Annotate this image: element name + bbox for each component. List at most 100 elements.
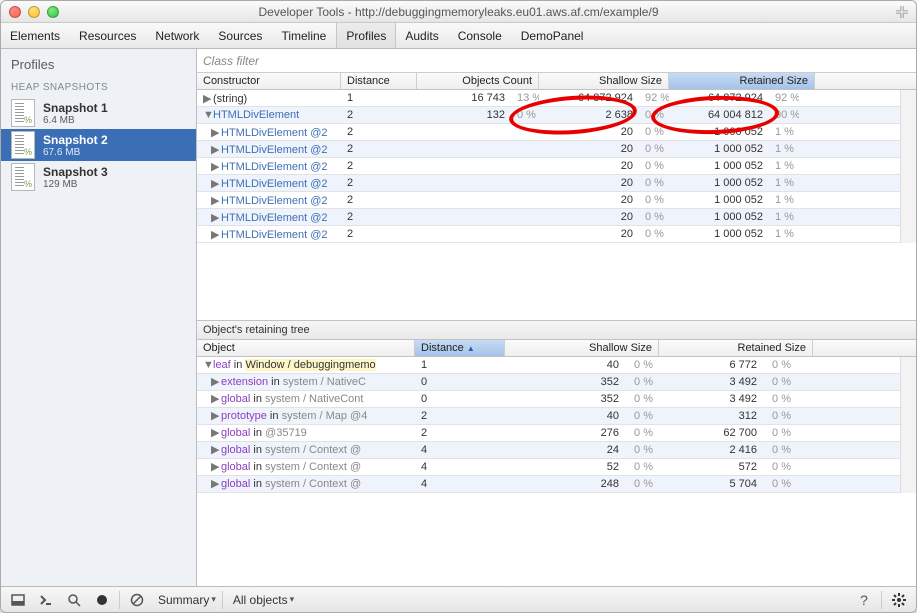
disclosure-triangle-icon[interactable]: ▶ — [211, 409, 221, 422]
col-retained-size[interactable]: Retained Size — [669, 73, 815, 89]
cell-retained-pct: 1 % — [769, 227, 799, 241]
retaining-tree-title: Object's retaining tree — [197, 320, 916, 340]
view-select[interactable]: Summary — [154, 591, 216, 609]
col-distance[interactable]: Distance ▲ — [415, 340, 505, 356]
cell-distance: 2 — [415, 426, 505, 440]
snapshot-item[interactable]: Snapshot 3129 MB — [1, 161, 196, 193]
retainer-row[interactable]: ▶global in system / Context @42480 %5 70… — [197, 476, 900, 493]
record-icon[interactable] — [91, 590, 113, 610]
cell-retained-pct: 1 % — [769, 210, 799, 224]
cell-retained-pct: 1 % — [769, 159, 799, 173]
retainer-row[interactable]: ▼leaf in Window / debuggingmemo1400 %6 7… — [197, 357, 900, 374]
col-object[interactable]: Object — [197, 340, 415, 356]
cell-object: ▼leaf in Window / debuggingmemo — [197, 358, 415, 372]
cell-objects-pct — [511, 148, 539, 150]
expand-icon[interactable] — [896, 6, 908, 18]
scrollbar[interactable] — [900, 357, 916, 493]
panel-tab-demopanel[interactable]: DemoPanel — [512, 23, 594, 48]
constructor-row[interactable]: ▶HTMLDivElement @22200 %1 000 0521 % — [197, 209, 900, 226]
col-distance[interactable]: Distance — [341, 73, 417, 89]
panel-tab-audits[interactable]: Audits — [396, 23, 448, 48]
disclosure-triangle-icon[interactable]: ▶ — [211, 143, 221, 156]
filter-select[interactable]: All objects — [229, 591, 294, 609]
cell-retained: 6 772 — [659, 358, 763, 372]
col-shallow-size[interactable]: Shallow Size — [539, 73, 669, 89]
constructor-row[interactable]: ▶(string)116 74313 %64 872 92492 %64 872… — [197, 90, 900, 107]
console-icon[interactable] — [35, 590, 57, 610]
disclosure-triangle-icon[interactable]: ▼ — [203, 109, 213, 121]
constructor-row[interactable]: ▶HTMLDivElement @22200 %1 000 0521 % — [197, 124, 900, 141]
retainer-row[interactable]: ▶global in system / NativeCont03520 %3 4… — [197, 391, 900, 408]
constructor-row[interactable]: ▶HTMLDivElement @22200 %1 000 0521 % — [197, 192, 900, 209]
constructors-grid-body[interactable]: ▶(string)116 74313 %64 872 92492 %64 872… — [197, 90, 900, 243]
minimize-window-button[interactable] — [28, 6, 40, 18]
disclosure-triangle-icon[interactable]: ▶ — [211, 392, 221, 405]
disclosure-triangle-icon[interactable]: ▼ — [203, 359, 213, 371]
cell-shallow: 352 — [505, 392, 625, 406]
col-shallow-size[interactable]: Shallow Size — [505, 340, 659, 356]
col-retained-size[interactable]: Retained Size — [659, 340, 813, 356]
disclosure-triangle-icon[interactable]: ▶ — [211, 426, 221, 439]
disclosure-triangle-icon[interactable]: ▶ — [211, 460, 221, 473]
panel-tab-console[interactable]: Console — [449, 23, 512, 48]
cell-shallow: 40 — [505, 409, 625, 423]
disclosure-triangle-icon[interactable]: ▶ — [211, 177, 221, 190]
retainer-row[interactable]: ▶prototype in system / Map @42400 %3120 … — [197, 408, 900, 425]
cell-retained-pct: 1 % — [769, 193, 799, 207]
retaining-grid-header[interactable]: Object Distance ▲ Shallow Size Retained … — [197, 340, 916, 357]
constructor-row[interactable]: ▶HTMLDivElement @22200 %1 000 0521 % — [197, 175, 900, 192]
col-constructor[interactable]: Constructor — [197, 73, 341, 89]
cell-objects-count — [417, 199, 511, 201]
profile-content: Constructor Distance Objects Count Shall… — [197, 49, 916, 586]
disclosure-triangle-icon[interactable]: ▶ — [211, 375, 221, 388]
snapshot-item[interactable]: Snapshot 16.4 MB — [1, 97, 196, 129]
cell-shallow: 40 — [505, 358, 625, 372]
disclosure-triangle-icon[interactable]: ▶ — [211, 211, 221, 224]
constructor-row[interactable]: ▶HTMLDivElement @22200 %1 000 0521 % — [197, 226, 900, 243]
constructors-grid-header[interactable]: Constructor Distance Objects Count Shall… — [197, 73, 916, 90]
close-window-button[interactable] — [9, 6, 21, 18]
panel-tab-timeline[interactable]: Timeline — [272, 23, 336, 48]
panel-tab-elements[interactable]: Elements — [1, 23, 70, 48]
window-titlebar: Developer Tools - http://debuggingmemory… — [1, 1, 916, 23]
disclosure-triangle-icon[interactable]: ▶ — [211, 477, 221, 490]
cell-retained-pct: 0 % — [763, 443, 797, 457]
cell-shallow-pct: 92 % — [639, 91, 669, 105]
constructor-row[interactable]: ▶HTMLDivElement @22200 %1 000 0521 % — [197, 141, 900, 158]
search-icon[interactable] — [63, 590, 85, 610]
disclosure-triangle-icon[interactable]: ▶ — [211, 160, 221, 173]
cell-shallow-pct: 0 % — [639, 108, 669, 122]
clear-icon[interactable] — [126, 590, 148, 610]
disclosure-triangle-icon[interactable]: ▶ — [211, 194, 221, 207]
disclosure-triangle-icon[interactable]: ▶ — [211, 126, 221, 139]
constructor-row[interactable]: ▶HTMLDivElement @22200 %1 000 0521 % — [197, 158, 900, 175]
retainer-row[interactable]: ▶global in system / Context @4520 %5720 … — [197, 459, 900, 476]
separator — [119, 591, 120, 609]
settings-gear-icon[interactable] — [888, 590, 910, 610]
panel-tab-sources[interactable]: Sources — [209, 23, 272, 48]
panel-tab-resources[interactable]: Resources — [70, 23, 146, 48]
dock-icon[interactable] — [7, 590, 29, 610]
cell-retained-pct: 0 % — [763, 426, 797, 440]
retainer-row[interactable]: ▶extension in system / NativeC03520 %3 4… — [197, 374, 900, 391]
col-objects-count[interactable]: Objects Count — [417, 73, 539, 89]
help-button[interactable]: ? — [853, 590, 875, 610]
class-filter-input[interactable] — [197, 49, 916, 72]
panel-tab-profiles[interactable]: Profiles — [336, 23, 396, 48]
constructor-row[interactable]: ▼HTMLDivElement21320 %2 6380 %64 004 812… — [197, 107, 900, 124]
cell-object: ▶extension in system / NativeC — [197, 374, 415, 389]
disclosure-triangle-icon[interactable]: ▶ — [203, 92, 213, 105]
scrollbar[interactable] — [900, 90, 916, 243]
retainer-row[interactable]: ▶global in system / Context @4240 %2 416… — [197, 442, 900, 459]
zoom-window-button[interactable] — [47, 6, 59, 18]
cell-distance: 4 — [415, 460, 505, 474]
retaining-grid-body[interactable]: ▼leaf in Window / debuggingmemo1400 %6 7… — [197, 357, 900, 493]
cell-shallow-pct: 0 % — [625, 409, 659, 423]
snapshot-item[interactable]: Snapshot 267.6 MB — [1, 129, 196, 161]
cell-retained-pct: 1 % — [769, 125, 799, 139]
disclosure-triangle-icon[interactable]: ▶ — [211, 228, 221, 241]
panel-tab-network[interactable]: Network — [146, 23, 209, 48]
retainer-row[interactable]: ▶global in @3571922760 %62 7000 % — [197, 425, 900, 442]
cell-shallow-pct: 0 % — [625, 358, 659, 372]
disclosure-triangle-icon[interactable]: ▶ — [211, 443, 221, 456]
